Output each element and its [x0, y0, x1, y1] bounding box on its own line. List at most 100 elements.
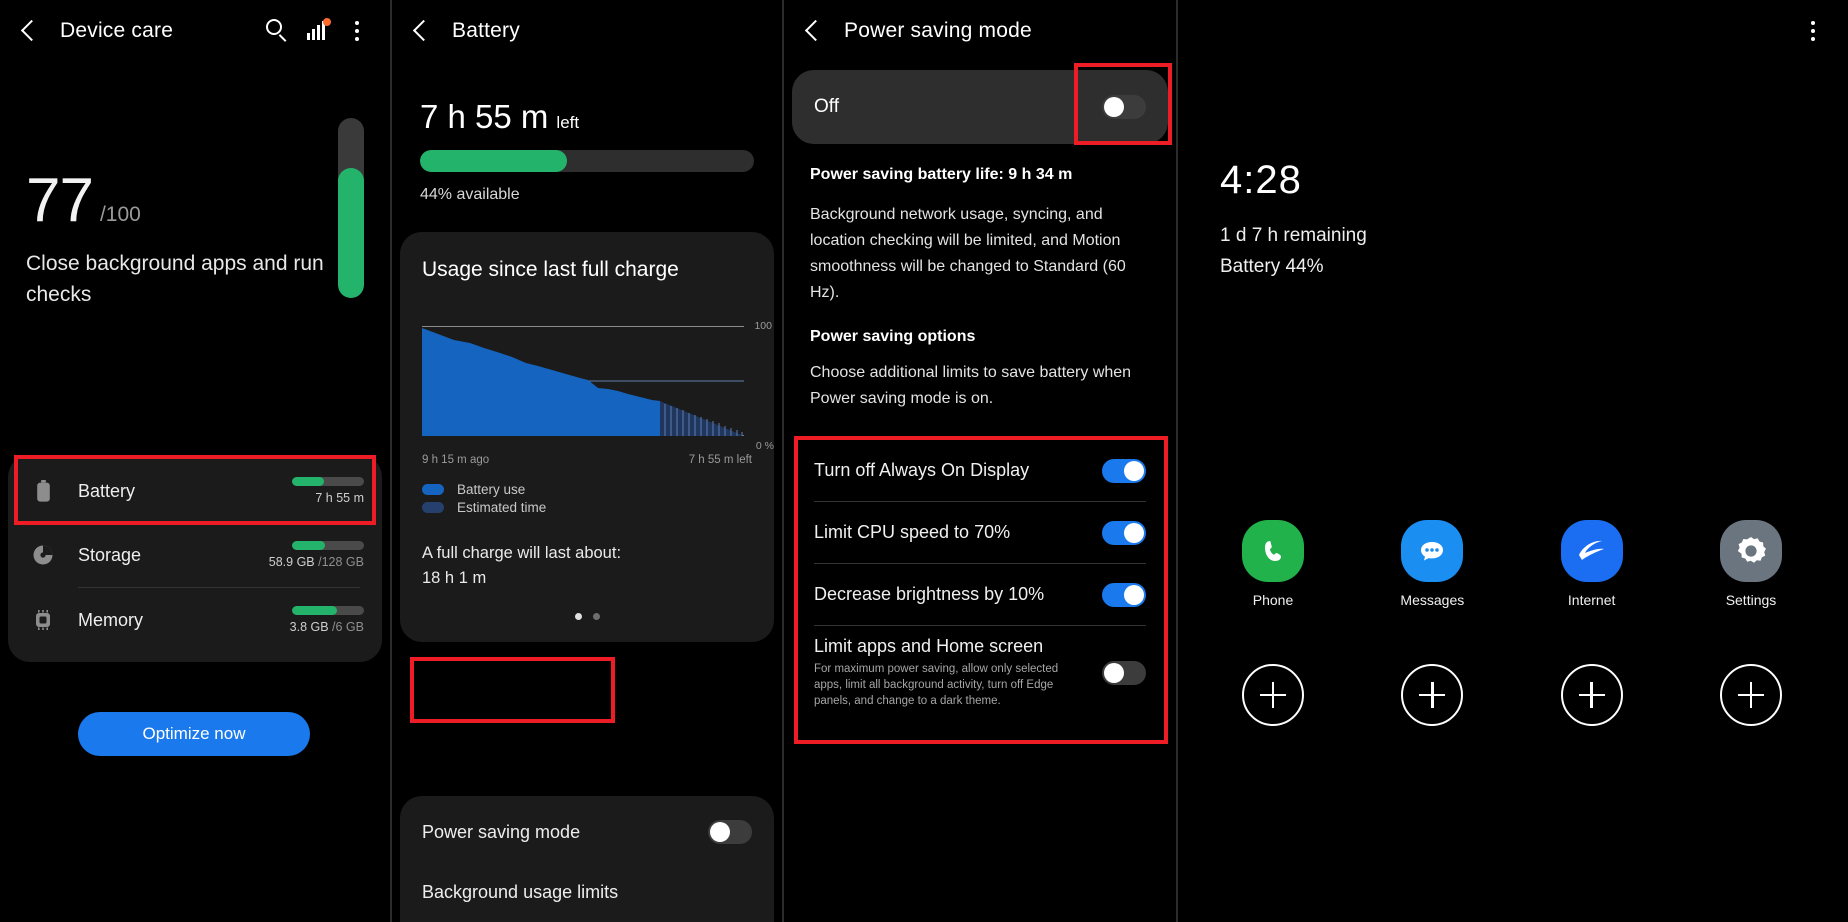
battery-percent-text: Battery 44% — [1220, 256, 1324, 277]
app-messages[interactable]: Messages — [1377, 520, 1487, 608]
resource-bar — [292, 541, 364, 550]
power-saving-appbar: Power saving mode — [784, 0, 1176, 62]
usage-card-title: Usage since last full charge — [422, 258, 679, 281]
resource-value: 58.9 GB /128 GB — [268, 555, 364, 569]
chart-axis-bottom-label: 0 % — [755, 440, 774, 452]
panel-power-saving-mode: Power saving mode Off Power saving batte… — [784, 0, 1176, 922]
search-icon[interactable] — [260, 14, 294, 48]
internet-icon — [1560, 520, 1623, 582]
chart-axis-top-label: 100 — [754, 320, 772, 332]
chart-footer: 9 h 15 m ago 7 h 55 m left — [422, 454, 752, 466]
app-label: Messages — [1400, 592, 1465, 608]
back-icon[interactable] — [408, 18, 434, 44]
limit-apps-home-screen-toggle[interactable] — [1102, 660, 1146, 685]
resource-row-memory[interactable]: Memory 3.8 GB /6 GB — [8, 588, 382, 652]
decrease-brightness-toggle[interactable] — [1102, 582, 1146, 607]
device-care-appbar: Device care — [0, 0, 390, 62]
back-icon[interactable] — [16, 18, 42, 44]
resource-label: Memory — [78, 609, 144, 630]
card-page-dots[interactable] — [422, 613, 752, 620]
battery-appbar: Battery — [392, 0, 782, 62]
app-label: Internet — [1567, 592, 1616, 608]
legend-label: Estimated time — [457, 500, 547, 515]
list-item-background-usage-limits[interactable]: Background usage limits — [400, 862, 774, 922]
back-icon[interactable] — [800, 18, 826, 44]
app-dock: Phone Messages Internet Settings — [1218, 520, 1806, 608]
option-description: For maximum power saving, allow only sel… — [814, 663, 1059, 707]
resource-stat: 58.9 GB /128 GB — [269, 541, 364, 569]
option-row-decrease-brightness[interactable]: Decrease brightness by 10% — [792, 564, 1168, 625]
page-dot-2 — [592, 613, 600, 620]
list-item-power-saving-mode[interactable]: Power saving mode — [400, 802, 774, 862]
resource-label: Storage — [78, 544, 142, 565]
legend-label: Battery use — [457, 482, 526, 497]
option-row-limit-cpu-speed[interactable]: Limit CPU speed to 70% — [792, 502, 1168, 563]
settings-gear-icon — [1719, 520, 1782, 582]
legend-item-battery-use: Battery use — [422, 482, 752, 497]
app-label: Settings — [1725, 592, 1777, 608]
resource-row-storage[interactable]: Storage 58.9 GB /128 GB — [8, 523, 382, 587]
highlight-power-saving-mode — [410, 657, 615, 723]
always-on-display-toggle[interactable] — [1102, 458, 1146, 483]
power-saving-status-bar[interactable]: Off — [792, 70, 1168, 144]
power-saving-detail-text: Background network usage, syncing, and l… — [810, 206, 1126, 301]
battery-options-list: Power saving mode Background usage limit… — [400, 796, 774, 922]
panel-home-screen: 4:28 1 d 7 h remaining Battery 44% Phone… — [1178, 0, 1846, 922]
app-settings[interactable]: Settings — [1696, 520, 1806, 608]
resource-label: Battery — [78, 480, 136, 501]
add-app-slot-4[interactable] — [1719, 664, 1782, 726]
screenshot-strip: Device care 77 /100 Close background app… — [0, 0, 1848, 922]
app-internet[interactable]: Internet — [1537, 520, 1647, 608]
battery-level-bar — [420, 150, 754, 172]
storage-pie-icon — [30, 544, 56, 566]
add-app-slot-3[interactable] — [1560, 664, 1623, 726]
power-saving-options-list: Turn off Always On Display Limit CPU spe… — [792, 438, 1168, 723]
care-score: 77 /100 — [26, 170, 364, 232]
legend-item-estimated-time: Estimated time — [422, 500, 752, 515]
full-charge-label: A full charge will last about: — [422, 544, 622, 562]
power-saving-mode-toggle[interactable] — [708, 820, 752, 844]
resources-card: Battery 7 h 55 m Storage 58.9 GB /128 GB — [8, 455, 382, 662]
chart-legend: Battery use Estimated time — [422, 482, 752, 515]
limit-cpu-speed-toggle[interactable] — [1102, 520, 1146, 545]
power-saving-master-toggle[interactable] — [1102, 95, 1146, 119]
full-charge-block: A full charge will last about: 18 h 1 m — [422, 541, 752, 591]
power-saving-status-label: Off — [814, 96, 839, 117]
option-title: Decrease brightness by 10% — [814, 584, 1045, 604]
battery-usage-chart: 100 0 % — [422, 320, 774, 452]
battery-remaining-text: 1 d 7 h remaining — [1220, 225, 1367, 246]
list-item-label: Background usage limits — [422, 881, 619, 902]
messages-icon — [1401, 520, 1464, 582]
battery-time-left: 7 h 55 m left — [392, 62, 782, 136]
score-value: 77 — [26, 166, 94, 235]
option-row-limit-apps-home-screen[interactable]: Limit apps and Home screen For maximum p… — [792, 626, 1168, 721]
battery-available-text: 44% available — [420, 186, 520, 203]
page-title: Power saving mode — [844, 19, 1032, 42]
app-phone[interactable]: Phone — [1218, 520, 1328, 608]
option-row-always-on-display[interactable]: Turn off Always On Display — [792, 440, 1168, 501]
resource-stat: 3.8 GB /6 GB — [290, 606, 364, 634]
more-vertical-icon[interactable] — [1796, 14, 1830, 48]
power-saving-options-intro: Choose additional limits to save battery… — [810, 364, 1132, 407]
time-left-value: 7 h 55 m — [420, 98, 549, 135]
clock-time: 4:28 — [1220, 158, 1302, 202]
phone-icon — [1242, 520, 1304, 582]
usage-card: Usage since last full charge 100 0 % 9 h… — [400, 232, 774, 642]
memory-chip-icon — [30, 610, 56, 630]
resource-value: 7 h 55 m — [315, 491, 364, 505]
optimize-now-button[interactable]: Optimize now — [78, 712, 310, 756]
more-vertical-icon[interactable] — [340, 14, 374, 48]
chart-start-label: 9 h 15 m ago — [422, 454, 490, 466]
add-app-slot-2[interactable] — [1401, 664, 1464, 726]
app-label: Phone — [1252, 592, 1294, 608]
power-saving-battery-life: Power saving battery life: 9 h 34 m — [810, 166, 1073, 183]
resource-value: 3.8 GB /6 GB — [289, 620, 364, 634]
option-title: Limit CPU speed to 70% — [814, 522, 1011, 542]
add-app-slot-1[interactable] — [1242, 664, 1304, 726]
page-dot-1 — [574, 613, 582, 620]
resource-stat: 7 h 55 m — [292, 477, 364, 505]
resource-bar — [292, 606, 364, 615]
signal-bars-icon[interactable] — [300, 14, 334, 48]
panel-device-care: Device care 77 /100 Close background app… — [0, 0, 390, 922]
resource-row-battery[interactable]: Battery 7 h 55 m — [8, 459, 382, 523]
